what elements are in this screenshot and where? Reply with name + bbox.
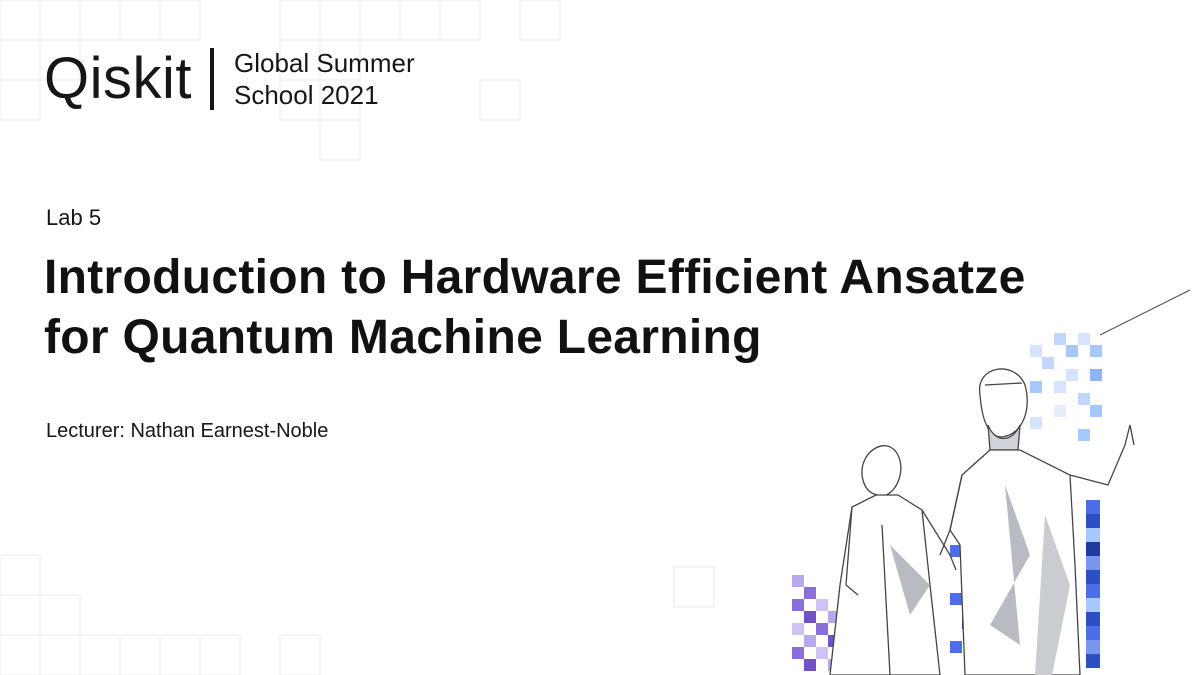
event-name-line2: School 2021	[234, 80, 379, 110]
logo-wordmark: Qiskit	[44, 46, 192, 111]
woman-figure	[829, 445, 957, 675]
lecturer-name: Lecturer: Nathan Earnest-Noble	[46, 420, 329, 442]
event-name-line1: Global Summer	[234, 48, 415, 78]
two-people-pointing-illustration	[792, 289, 1191, 675]
logo-divider	[210, 48, 214, 110]
qiskit-logo: Qiskit Global Summer School 2021	[44, 44, 415, 114]
man-figure	[939, 368, 1135, 675]
lab-label: Lab 5	[46, 205, 102, 230]
event-name: Global Summer School 2021	[234, 47, 415, 111]
